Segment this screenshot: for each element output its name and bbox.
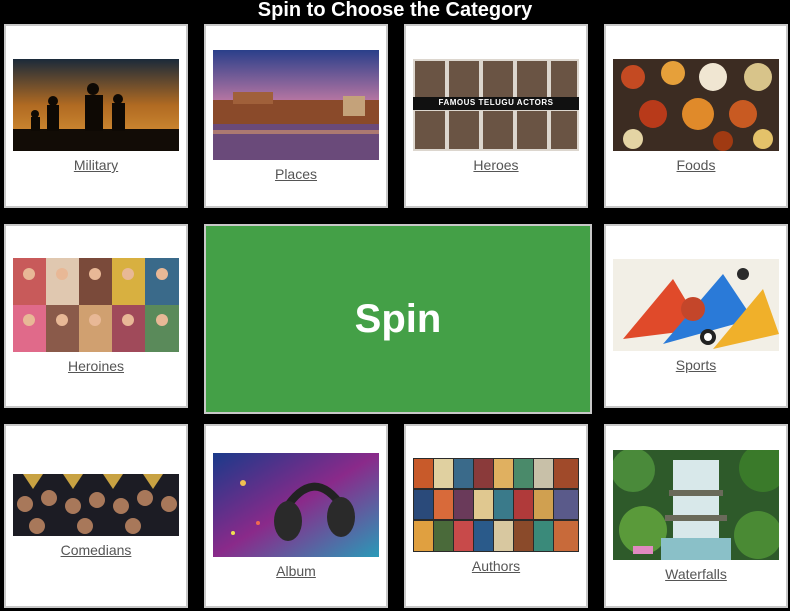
waterfalls-image: [613, 450, 779, 560]
comedians-image: [13, 474, 179, 536]
category-link[interactable]: Foods: [677, 157, 716, 173]
category-link[interactable]: Heroes: [473, 157, 518, 173]
category-card-album[interactable]: Album: [204, 424, 388, 608]
category-link[interactable]: Places: [275, 166, 317, 182]
military-image: [13, 59, 179, 151]
category-card-waterfalls[interactable]: Waterfalls: [604, 424, 788, 608]
page-title: Spin to Choose the Category: [257, 0, 533, 21]
category-link[interactable]: Comedians: [61, 542, 132, 558]
category-link[interactable]: Military: [74, 157, 118, 173]
category-link[interactable]: Heroines: [68, 358, 124, 374]
category-card-sports[interactable]: Sports: [604, 224, 788, 408]
authors-image: [413, 458, 579, 552]
category-link[interactable]: Sports: [676, 357, 716, 373]
heroines-image: [13, 258, 179, 352]
sports-image: [613, 259, 779, 351]
category-link[interactable]: Album: [276, 563, 316, 579]
category-card-military[interactable]: Military: [4, 24, 188, 208]
category-card-places[interactable]: Places: [204, 24, 388, 208]
heroes-image: FAMOUS TELUGU ACTORS: [413, 59, 579, 151]
category-card-heroes[interactable]: FAMOUS TELUGU ACTORS Heroes: [404, 24, 588, 208]
spin-button[interactable]: Spin: [204, 224, 592, 414]
album-image: [213, 453, 379, 557]
foods-image: [613, 59, 779, 151]
category-card-authors[interactable]: Authors: [404, 424, 588, 608]
places-image: [213, 50, 379, 160]
category-card-heroines[interactable]: Heroines: [4, 224, 188, 408]
category-card-foods[interactable]: Foods: [604, 24, 788, 208]
category-link[interactable]: Authors: [472, 558, 520, 574]
heroes-banner-text: FAMOUS TELUGU ACTORS: [438, 98, 554, 107]
category-card-comedians[interactable]: Comedians: [4, 424, 188, 608]
category-link[interactable]: Waterfalls: [665, 566, 727, 582]
